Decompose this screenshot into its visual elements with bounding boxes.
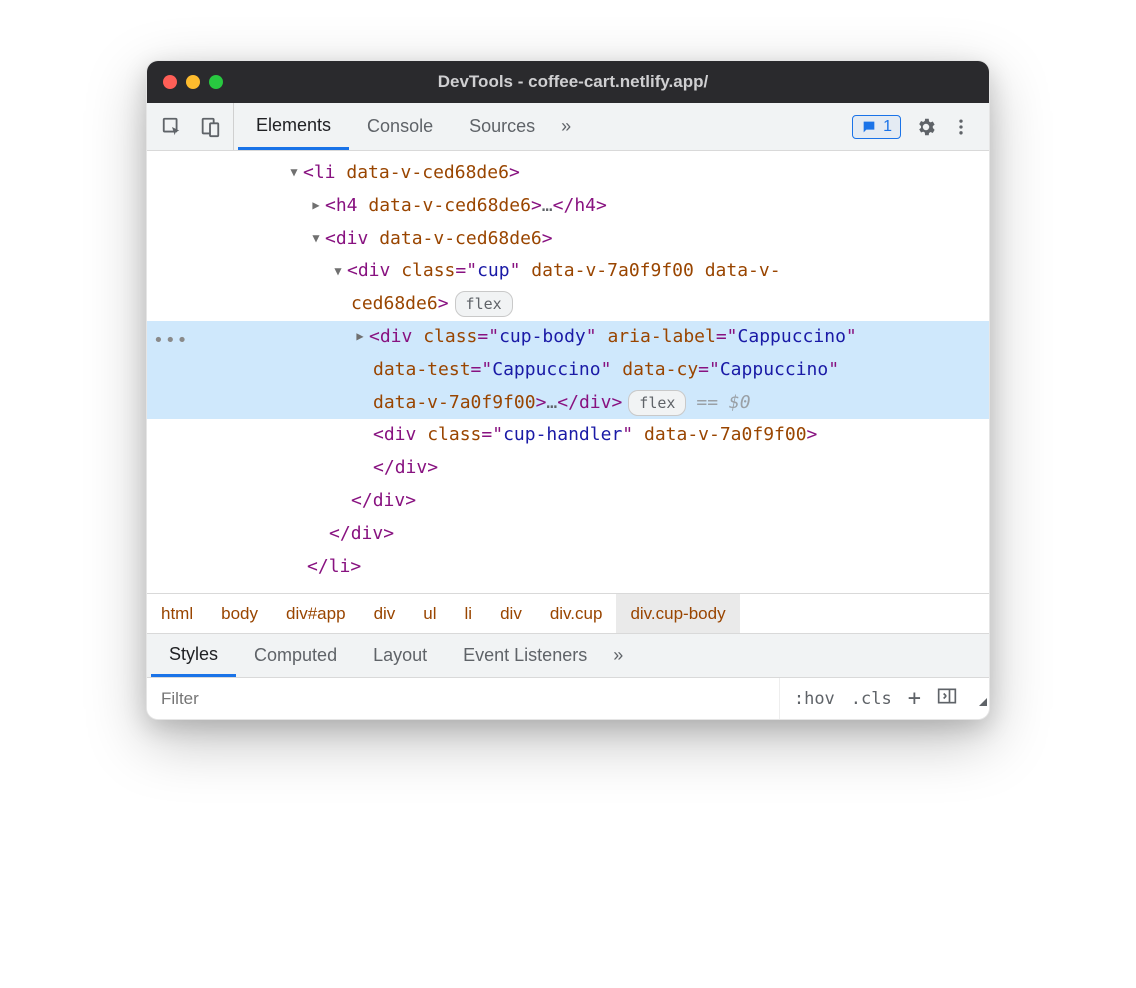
- cls-toggle[interactable]: .cls: [851, 689, 892, 709]
- console-ref: == $0: [696, 392, 750, 413]
- toolbar-right: 1: [852, 115, 981, 139]
- dom-row[interactable]: </li>: [147, 551, 989, 584]
- breadcrumb-item[interactable]: body: [207, 594, 272, 633]
- dom-row[interactable]: </div>: [147, 452, 989, 485]
- breadcrumb-item-active[interactable]: div.cup-body: [616, 594, 739, 633]
- panel-tabs: Elements Console Sources »: [234, 103, 852, 150]
- inspect-element-icon[interactable]: [161, 116, 183, 138]
- devtools-window: DevTools - coffee-cart.netlify.app/ Elem…: [146, 60, 990, 720]
- window-title: DevTools - coffee-cart.netlify.app/: [223, 72, 923, 92]
- dom-row[interactable]: </div>: [147, 485, 989, 518]
- ellipsis-icon[interactable]: •••: [153, 327, 189, 356]
- close-icon[interactable]: [163, 75, 177, 89]
- more-tabs-icon[interactable]: »: [553, 103, 579, 150]
- main-toolbar: Elements Console Sources » 1: [147, 103, 989, 151]
- styles-filter-bar: :hov .cls +: [147, 677, 989, 719]
- inspect-tools: [155, 103, 234, 150]
- traffic-lights: [163, 75, 223, 89]
- dom-row[interactable]: ▼<div data-v-ced68de6>: [147, 223, 989, 256]
- zoom-icon[interactable]: [209, 75, 223, 89]
- titlebar: DevTools - coffee-cart.netlify.app/: [147, 61, 989, 103]
- dom-row[interactable]: ▼<li data-v-ced68de6>: [147, 157, 989, 190]
- issues-count: 1: [883, 118, 892, 136]
- breadcrumb-item[interactable]: div#app: [272, 594, 360, 633]
- breadcrumb-item[interactable]: li: [451, 594, 487, 633]
- breadcrumb-item[interactable]: div: [486, 594, 536, 633]
- dom-row[interactable]: </div>: [147, 518, 989, 551]
- filter-input[interactable]: [147, 678, 779, 719]
- hov-toggle[interactable]: :hov: [794, 689, 835, 709]
- dom-row[interactable]: ▼<div class="cup" data-v-7a0f9f00 data-v…: [147, 255, 989, 288]
- issues-badge[interactable]: 1: [852, 115, 901, 139]
- dom-row[interactable]: ▶<h4 data-v-ced68de6>…</h4>: [147, 190, 989, 223]
- flex-badge[interactable]: flex: [628, 390, 686, 416]
- new-rule-icon[interactable]: +: [908, 686, 921, 711]
- breadcrumb-item[interactable]: html: [147, 594, 207, 633]
- kebab-menu-icon[interactable]: [951, 117, 971, 137]
- tab-computed[interactable]: Computed: [236, 634, 355, 677]
- tab-console[interactable]: Console: [349, 103, 451, 150]
- styles-tabs: Styles Computed Layout Event Listeners »: [147, 633, 989, 677]
- dom-row[interactable]: <div class="cup-handler" data-v-7a0f9f00…: [147, 419, 989, 452]
- gear-icon[interactable]: [915, 116, 937, 138]
- flex-badge[interactable]: flex: [455, 291, 513, 317]
- tab-sources[interactable]: Sources: [451, 103, 553, 150]
- tab-elements[interactable]: Elements: [238, 103, 349, 150]
- tab-event-listeners[interactable]: Event Listeners: [445, 634, 605, 677]
- breadcrumb-item[interactable]: ul: [409, 594, 450, 633]
- minimize-icon[interactable]: [186, 75, 200, 89]
- breadcrumb: html body div#app div ul li div div.cup …: [147, 593, 989, 633]
- resize-corner-icon[interactable]: [971, 690, 989, 708]
- dom-row-selected[interactable]: ••• ▶<div class="cup-body" aria-label="C…: [147, 321, 989, 419]
- breadcrumb-item[interactable]: div.cup: [536, 594, 617, 633]
- sidebar-toggle-icon[interactable]: [937, 687, 957, 710]
- filter-controls: :hov .cls +: [779, 678, 971, 719]
- dom-tree[interactable]: ▼<li data-v-ced68de6> ▶<h4 data-v-ced68d…: [147, 151, 989, 593]
- breadcrumb-item[interactable]: div: [360, 594, 410, 633]
- tab-layout[interactable]: Layout: [355, 634, 445, 677]
- more-tabs-icon[interactable]: »: [605, 634, 631, 677]
- dom-row[interactable]: ced68de6>flex: [147, 288, 989, 321]
- device-toggle-icon[interactable]: [199, 116, 221, 138]
- tab-styles[interactable]: Styles: [151, 634, 236, 677]
